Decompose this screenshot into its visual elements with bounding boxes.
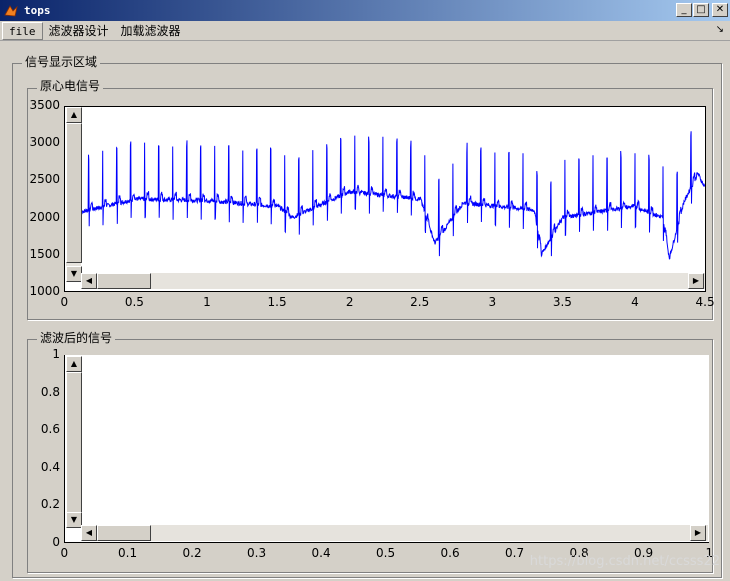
x-tick-label: 4.5 bbox=[695, 295, 715, 309]
x-tick-label: 4 bbox=[631, 295, 639, 309]
original-signal-horizontal-scrollbar[interactable]: ◀ ▶ bbox=[81, 273, 705, 289]
scroll-up-button[interactable]: ▲ bbox=[66, 107, 82, 123]
menu-bar: file 滤波器设计 加载滤波器 ↘ bbox=[0, 21, 730, 41]
title-bar: tops _ □ ✕ bbox=[0, 0, 730, 21]
scroll-down-button[interactable]: ▼ bbox=[66, 266, 82, 282]
original-signal-vertical-scrollbar[interactable]: ▲ ▼ bbox=[65, 107, 82, 282]
signal-display-group-title: 信号显示区域 bbox=[22, 55, 101, 69]
close-button[interactable]: ✕ bbox=[712, 3, 728, 17]
original-signal-panel-title: 原心电信号 bbox=[37, 79, 104, 93]
matlab-icon bbox=[4, 4, 18, 16]
x-tick-label: 2 bbox=[345, 295, 354, 309]
y-tick-label: 3500 bbox=[29, 98, 60, 112]
filtered-signal-horizontal-scrollbar[interactable]: ◀ ▶ bbox=[81, 525, 708, 541]
watermark: https://blog.csdn.net/ccsss22 bbox=[529, 554, 720, 569]
menu-load-filter[interactable]: 加载滤波器 bbox=[115, 22, 187, 40]
scroll-right-button[interactable]: ▶ bbox=[688, 273, 704, 289]
menu-filter-design[interactable]: 滤波器设计 bbox=[43, 22, 115, 40]
menu-file[interactable]: file bbox=[2, 21, 43, 40]
y-tick-label: 1000 bbox=[29, 284, 60, 298]
x-tick-label: 0.7 bbox=[505, 546, 525, 560]
x-tick-label: 3 bbox=[488, 295, 497, 309]
y-tick-label: 1500 bbox=[29, 246, 60, 261]
ecg-series-line bbox=[81, 131, 705, 260]
x-tick-label: 0.2 bbox=[182, 546, 202, 560]
x-tick-label: 0.6 bbox=[440, 546, 460, 560]
x-tick-label: 0 bbox=[60, 546, 69, 560]
y-tick-label: 0.2 bbox=[40, 497, 60, 512]
window-title: tops bbox=[24, 4, 51, 17]
x-tick-label: 1 bbox=[203, 295, 211, 309]
window-controls: _ □ ✕ bbox=[675, 3, 728, 17]
x-tick-label: 3.5 bbox=[552, 295, 572, 309]
x-tick-label: 0.5 bbox=[124, 295, 144, 309]
x-tick-label: 0.1 bbox=[118, 546, 138, 560]
original-signal-plot bbox=[64, 106, 706, 292]
y-tick-label: 2500 bbox=[29, 172, 60, 187]
x-tick-label: 1.5 bbox=[267, 295, 287, 309]
filtered-signal-panel-title: 滤波后的信号 bbox=[37, 331, 116, 345]
scroll-left-button[interactable]: ◀ bbox=[81, 525, 97, 541]
ecg-line-chart bbox=[81, 131, 705, 260]
x-tick-label: 0.5 bbox=[376, 546, 396, 560]
y-tick-label: 0.6 bbox=[40, 422, 60, 437]
scroll-down-button[interactable]: ▼ bbox=[66, 512, 82, 528]
x-tick-label: 0 bbox=[60, 295, 69, 309]
y-tick-label: 2000 bbox=[29, 209, 60, 224]
filtered-signal-plot bbox=[64, 355, 709, 543]
x-tick-label: 2.5 bbox=[410, 295, 430, 309]
maximize-button[interactable]: □ bbox=[693, 3, 709, 17]
scroll-thumb[interactable] bbox=[97, 525, 151, 541]
scroll-left-button[interactable]: ◀ bbox=[81, 273, 97, 289]
y-tick-label: 0.8 bbox=[40, 384, 60, 399]
filtered-signal-vertical-scrollbar[interactable]: ▲ ▼ bbox=[65, 356, 82, 528]
scroll-thumb[interactable] bbox=[66, 123, 82, 263]
y-tick-label: 3000 bbox=[29, 135, 60, 150]
y-tick-label: 1 bbox=[52, 347, 60, 361]
y-tick-label: 0 bbox=[52, 535, 60, 549]
x-tick-label: 0.3 bbox=[247, 546, 267, 560]
x-tick-label: 0.4 bbox=[311, 546, 331, 560]
menu-overflow-icon[interactable]: ↘ bbox=[716, 24, 724, 35]
y-tick-label: 0.4 bbox=[40, 459, 60, 474]
minimize-button[interactable]: _ bbox=[676, 3, 692, 17]
scroll-thumb[interactable] bbox=[97, 273, 151, 289]
scroll-right-button[interactable]: ▶ bbox=[690, 525, 706, 541]
scroll-thumb[interactable] bbox=[66, 372, 82, 515]
scroll-up-button[interactable]: ▲ bbox=[66, 356, 82, 372]
